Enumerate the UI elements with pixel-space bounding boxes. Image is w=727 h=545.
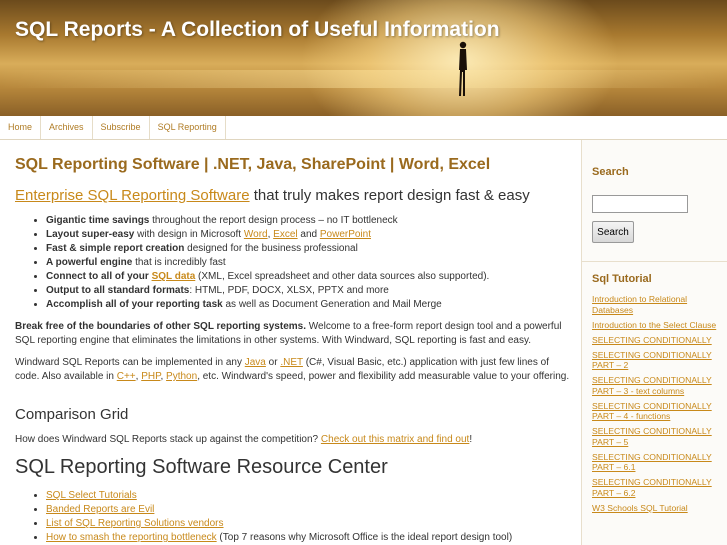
tutorial-link[interactable]: SELECTING CONDITIONALLY PART – 4 - funct… [592,401,712,422]
resource-item: SQL Select Tutorials [46,489,512,503]
tutorial-link[interactable]: SELECTING CONDITIONALLY [592,335,712,345]
feature-text: throughout the report design process – n… [149,215,398,226]
feature-item: Connect to all of your SQL data (XML, Ex… [46,270,489,284]
feature-list: Gigantic time savings throughout the rep… [30,214,489,312]
php-link[interactable]: PHP [141,371,160,382]
excel-link[interactable]: Excel [273,229,297,240]
sidebar: Search Search Sql Tutorial Introduction … [581,140,727,545]
feature-bold: Output to all standard formats [46,285,190,296]
tutorial-item: SELECTING CONDITIONALLY PART – 5 [592,426,722,447]
comparison-link[interactable]: Check out this matrix and find out [321,434,469,445]
feature-item: Layout super-easy with design in Microso… [46,228,489,242]
search-input[interactable] [592,195,688,213]
platform-paragraph: Windward SQL Reports can be implemented … [15,356,570,384]
light-streak [0,70,727,88]
tutorial-link[interactable]: Introduction to Relational Databases [592,294,687,315]
powerpoint-link[interactable]: PowerPoint [320,229,371,240]
search-button[interactable]: Search [592,221,634,243]
feature-text: and [297,229,320,240]
tutorial-link[interactable]: SELECTING CONDITIONALLY PART – 6.2 [592,477,712,498]
intro-paragraph: Break free of the boundaries of other SQ… [15,320,570,348]
lead-text: that truly makes report design fast & ea… [249,187,530,204]
feature-bold: Connect to all of your [46,271,152,282]
feature-bold: Fast & simple report creation [46,243,185,254]
post-title: SQL Reporting Software | .NET, Java, Sha… [15,156,491,173]
top-navigation: Home Archives Subscribe SQL Reporting [0,116,727,140]
feature-text: that is incredibly fast [132,257,226,268]
site-header: SQL Reports - A Collection of Useful Inf… [0,0,727,116]
feature-text: designed for the business professional [184,243,358,254]
main-content: SQL Reporting Software | .NET, Java, Sha… [0,140,580,545]
site-title[interactable]: SQL Reports - A Collection of Useful Inf… [15,18,500,42]
tutorial-link[interactable]: SELECTING CONDITIONALLY PART – 2 [592,350,712,371]
tutorial-list: Introduction to Relational Databases Int… [592,294,722,518]
sidebar-divider [582,261,727,262]
tutorial-link[interactable]: SELECTING CONDITIONALLY PART – 5 [592,426,712,447]
tutorial-link[interactable]: SELECTING CONDITIONALLY PART – 3 - text … [592,375,712,396]
walking-person-silhouette [459,41,467,96]
feature-text: as well as Document Generation and Mail … [222,299,442,310]
comparison-heading: Comparison Grid [15,406,129,423]
tutorial-item: SELECTING CONDITIONALLY PART – 6.1 [592,452,722,473]
comparison-paragraph: How does Windward SQL Reports stack up a… [15,433,570,447]
platform-text: or [265,357,281,368]
resource-item: How to smash the reporting bottleneck (T… [46,531,512,545]
resource-link[interactable]: SQL Select Tutorials [46,490,137,501]
platform-text: , etc. Windward's speed, power and flexi… [197,371,570,382]
nav-home[interactable]: Home [0,116,42,139]
tutorial-item: W3 Schools SQL Tutorial [592,503,722,514]
resource-item: Banded Reports are Evil [46,503,512,517]
feature-item: Fast & simple report creation designed f… [46,242,489,256]
tutorial-heading: Sql Tutorial [592,273,652,285]
nav-subscribe[interactable]: Subscribe [93,116,150,139]
resource-list: SQL Select Tutorials Banded Reports are … [30,489,512,545]
feature-bold: Layout super-easy [46,229,135,240]
resource-link[interactable]: Banded Reports are Evil [46,504,154,515]
java-link[interactable]: Java [245,357,266,368]
tutorial-item: SELECTING CONDITIONALLY PART – 6.2 [592,477,722,498]
feature-item: Output to all standard formats: HTML, PD… [46,284,489,298]
nav-archives[interactable]: Archives [41,116,93,139]
tutorial-item: SELECTING CONDITIONALLY PART – 4 - funct… [592,401,722,422]
tutorial-item: Introduction to the Select Clause [592,320,722,331]
tutorial-link[interactable]: W3 Schools SQL Tutorial [592,503,688,513]
comparison-text-end: ! [469,434,473,445]
feature-item: Accomplish all of your reporting task as… [46,298,489,312]
python-link[interactable]: Python [166,371,197,382]
search-heading: Search [592,166,629,178]
tutorial-item: SELECTING CONDITIONALLY PART – 3 - text … [592,375,722,396]
feature-bold: Gigantic time savings [46,215,150,226]
lead-sentence: Enterprise SQL Reporting Software that t… [15,187,530,204]
resource-center-heading: SQL Reporting Software Resource Center [15,456,388,478]
tutorial-link[interactable]: Introduction to the Select Clause [592,320,716,330]
feature-text: (XML, Excel spreadsheet and other data s… [195,271,490,282]
platform-text: Windward SQL Reports can be implemented … [15,357,245,368]
tutorial-item: SELECTING CONDITIONALLY [592,335,722,346]
intro-bold: Break free of the boundaries of other SQ… [15,321,306,332]
resource-item: List of SQL Reporting Solutions vendors [46,517,512,531]
feature-bold: A powerful engine [46,257,133,268]
tutorial-item: SELECTING CONDITIONALLY PART – 2 [592,350,722,371]
sql-data-link[interactable]: SQL data [152,271,196,282]
feature-item: A powerful engine that is incredibly fas… [46,256,489,270]
feature-text: : HTML, PDF, DOCX, XLSX, PPTX and more [189,285,389,296]
lead-link[interactable]: Enterprise SQL Reporting Software [15,187,250,204]
word-link[interactable]: Word [244,229,268,240]
resource-link[interactable]: How to smash the reporting bottleneck [46,532,217,543]
comparison-text: How does Windward SQL Reports stack up a… [15,434,321,445]
nav-sql-reporting[interactable]: SQL Reporting [150,116,226,139]
cpp-link[interactable]: C++ [117,371,136,382]
tutorial-item: Introduction to Relational Databases [592,294,722,315]
feature-bold: Accomplish all of your reporting task [46,299,223,310]
tutorial-link[interactable]: SELECTING CONDITIONALLY PART – 6.1 [592,452,712,473]
feature-item: Gigantic time savings throughout the rep… [46,214,489,228]
feature-text: with design in Microsoft [134,229,244,240]
resource-text: (Top 7 reasons why Microsoft Office is t… [216,532,513,543]
dotnet-link[interactable]: .NET [280,357,303,368]
resource-link[interactable]: List of SQL Reporting Solutions vendors [46,518,224,529]
